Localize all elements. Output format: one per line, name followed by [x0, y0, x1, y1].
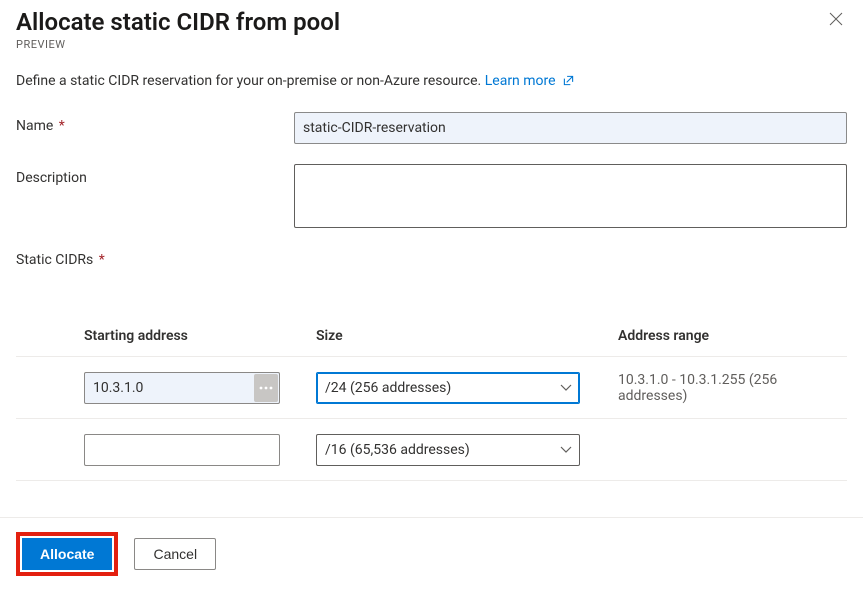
required-indicator: * — [59, 118, 65, 134]
allocate-button-highlight: Allocate — [16, 532, 118, 576]
cancel-button[interactable]: Cancel — [134, 538, 216, 570]
static-cidrs-section-label: Static CIDRs * — [16, 252, 847, 268]
page-title: Allocate static CIDR from pool — [16, 8, 340, 36]
intro-text-row: Define a static CIDR reservation for you… — [16, 73, 847, 90]
col-header-size: Size — [316, 328, 614, 344]
learn-more-label: Learn more — [485, 73, 556, 89]
cidr-table: Starting address Size Address range — [16, 316, 847, 481]
table-header-row: Starting address Size Address range — [16, 316, 847, 357]
name-input[interactable] — [294, 112, 847, 144]
table-row: /16 (65,536 addresses) — [16, 419, 847, 481]
close-button[interactable] — [825, 8, 847, 30]
starting-address-menu-button[interactable] — [254, 374, 278, 402]
intro-text: Define a static CIDR reservation for you… — [16, 73, 485, 89]
panel-header: Allocate static CIDR from pool PREVIEW — [16, 8, 847, 51]
external-link-icon — [563, 74, 574, 90]
allocate-cidr-panel: Allocate static CIDR from pool PREVIEW D… — [0, 0, 863, 598]
description-input[interactable] — [294, 164, 847, 228]
starting-address-input[interactable] — [84, 434, 280, 466]
preview-badge: PREVIEW — [16, 38, 340, 51]
name-field-row: Name * — [16, 112, 847, 144]
close-icon — [829, 12, 843, 26]
size-select[interactable]: /24 (256 addresses) — [316, 372, 580, 404]
description-label: Description — [16, 170, 87, 186]
size-select-value: /16 (65,536 addresses) — [325, 442, 470, 458]
size-select[interactable]: /16 (65,536 addresses) — [316, 434, 580, 466]
description-field-row: Description — [16, 164, 847, 232]
col-header-range: Address range — [614, 328, 847, 344]
panel-footer: Allocate Cancel — [0, 517, 863, 598]
address-range-value: 10.3.1.0 - 10.3.1.255 (256 addresses) — [614, 372, 847, 404]
allocate-button[interactable]: Allocate — [22, 538, 112, 570]
learn-more-link[interactable]: Learn more — [485, 73, 574, 89]
name-label: Name — [16, 118, 53, 134]
required-indicator: * — [99, 252, 105, 268]
starting-address-input[interactable] — [84, 372, 280, 404]
ellipsis-icon — [259, 386, 273, 390]
static-cidrs-label: Static CIDRs — [16, 252, 93, 268]
size-select-value: /24 (256 addresses) — [325, 380, 451, 396]
table-row: /24 (256 addresses) 10.3.1.0 - 10.3.1.25… — [16, 357, 847, 419]
col-header-start: Starting address — [84, 328, 316, 344]
